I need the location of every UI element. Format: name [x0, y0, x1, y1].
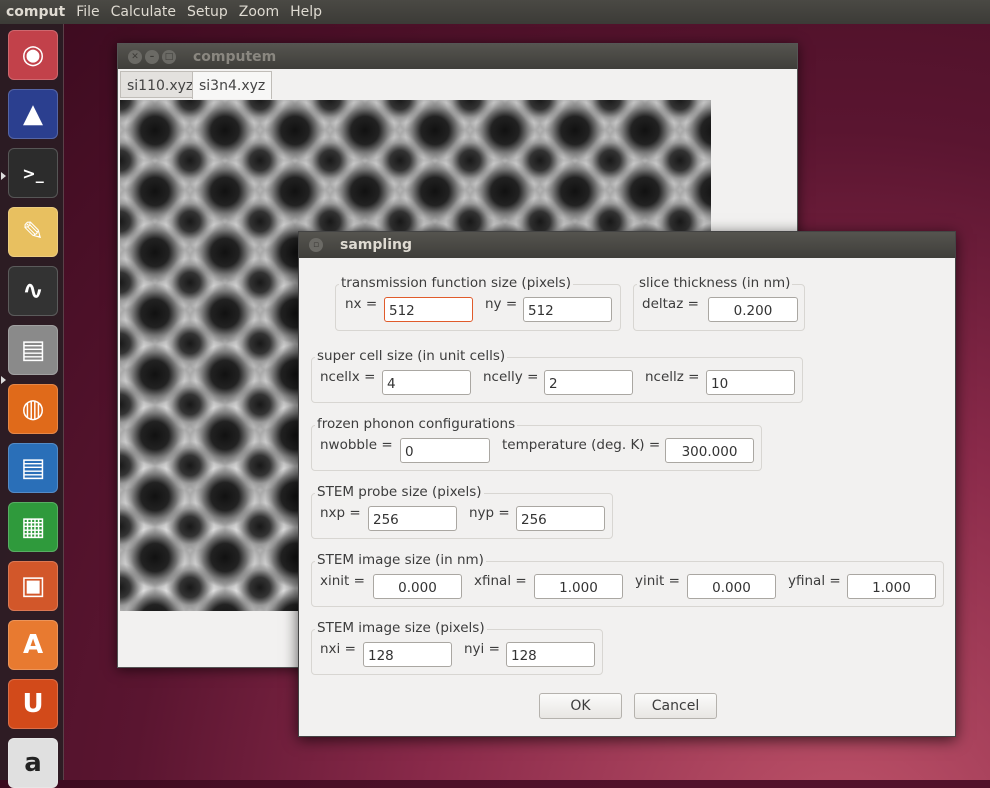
- close-icon[interactable]: ▫: [309, 238, 323, 252]
- ncellz-input[interactable]: 10: [706, 370, 795, 395]
- group-legend: STEM image size (pixels): [315, 620, 487, 636]
- app-name: comput: [6, 4, 66, 20]
- ok-button[interactable]: OK: [539, 693, 622, 719]
- temperature-label: temperature (deg. K) =: [502, 437, 661, 453]
- libreoffice-impress-icon[interactable]: ▣: [8, 561, 58, 611]
- top-panel: comput File Calculate Setup Zoom Help: [0, 0, 990, 24]
- yinit-input[interactable]: 0.000: [687, 574, 776, 599]
- minimize-icon[interactable]: –: [145, 49, 159, 64]
- nyp-label: nyp =: [469, 505, 510, 521]
- menu-calculate[interactable]: Calculate: [111, 4, 176, 20]
- libreoffice-calc-icon[interactable]: ▦: [8, 502, 58, 552]
- file-manager-icon[interactable]: ▤: [8, 325, 58, 375]
- deltaz-input[interactable]: 0.200: [708, 297, 798, 322]
- menu-file[interactable]: File: [76, 4, 99, 20]
- group-transmission-function-size-pixels: transmission function size (pixels) nx = 5…: [335, 275, 621, 331]
- group-legend: STEM probe size (pixels): [315, 484, 484, 500]
- ubuntu-dash-icon[interactable]: ◉: [8, 30, 58, 80]
- nyp-input[interactable]: 256: [516, 506, 605, 531]
- group-legend: super cell size (in unit cells): [315, 348, 508, 364]
- group-stem-image-size-pixels: STEM image size (pixels) nxi = 128 nyi = 128: [311, 620, 603, 675]
- tab-si110[interactable]: si110.xyz: [120, 71, 201, 98]
- menu-setup[interactable]: Setup: [187, 4, 228, 20]
- running-indicator: [1, 376, 6, 384]
- group-stem-probe-size-pixels: STEM probe size (pixels) nxp = 256 nyp = 256: [311, 484, 613, 539]
- ncellx-label: ncellx =: [320, 369, 376, 385]
- nyi-label: nyi =: [464, 641, 500, 657]
- xinit-input[interactable]: 0.000: [373, 574, 462, 599]
- sampling-dialog: ▫ sampling transmission function size (p…: [298, 231, 956, 737]
- ncellz-label: ncellz =: [645, 369, 700, 385]
- group-frozen-phonon-configurations: frozen phonon configurations nwobble = 0 te…: [311, 416, 762, 471]
- running-indicator: [1, 172, 6, 180]
- software-center-icon[interactable]: A: [8, 620, 58, 670]
- ny-input[interactable]: 512: [523, 297, 612, 322]
- ubuntu-one-icon[interactable]: U: [8, 679, 58, 729]
- xfinal-label: xfinal =: [474, 573, 527, 589]
- libreoffice-writer-icon[interactable]: ▤: [8, 443, 58, 493]
- ncelly-input[interactable]: 2: [544, 370, 633, 395]
- terminal-icon[interactable]: >_: [8, 148, 58, 198]
- libreoffice-draw-icon[interactable]: ✎: [8, 207, 58, 257]
- yfinal-input[interactable]: 1.000: [847, 574, 936, 599]
- computem-app-icon[interactable]: ▲: [8, 89, 58, 139]
- nwobble-label: nwobble =: [320, 437, 393, 453]
- nwobble-input[interactable]: 0: [400, 438, 490, 463]
- nx-label: nx =: [345, 296, 378, 312]
- nyi-input[interactable]: 128: [506, 642, 595, 667]
- dialog-titlebar: ▫ sampling: [299, 232, 955, 258]
- group-legend: frozen phonon configurations: [315, 416, 518, 432]
- group-slice-thickness-in-nm: slice thickness (in nm) deltaz = 0.200: [633, 275, 805, 331]
- dialog-title: sampling: [340, 237, 412, 253]
- cancel-button[interactable]: Cancel: [634, 693, 717, 719]
- nxi-label: nxi =: [320, 641, 356, 657]
- launcher: ◉ ▲ >_ ✎ ∿ ▤ ◍ ▤ ▦ ▣ A Ua: [0, 24, 64, 788]
- nxp-label: nxp =: [320, 505, 361, 521]
- window-title: computem: [193, 48, 277, 65]
- close-icon[interactable]: ✕: [128, 49, 142, 64]
- nxi-input[interactable]: 128: [363, 642, 452, 667]
- ny-label: ny =: [485, 296, 518, 312]
- group-legend: STEM image size (in nm): [315, 552, 486, 568]
- group-stem-image-size-in-nm: STEM image size (in nm) xinit = 0.000 xfina…: [311, 552, 944, 607]
- ncelly-label: ncelly =: [483, 369, 539, 385]
- temperature-input[interactable]: 300.000: [665, 438, 754, 463]
- system-monitor-icon[interactable]: ∿: [8, 266, 58, 316]
- ncellx-input[interactable]: 4: [382, 370, 471, 395]
- menu-zoom[interactable]: Zoom: [239, 4, 279, 20]
- firefox-icon[interactable]: ◍: [8, 384, 58, 434]
- menu-help[interactable]: Help: [290, 4, 322, 20]
- xinit-label: xinit =: [320, 573, 365, 589]
- deltaz-label: deltaz =: [642, 296, 699, 312]
- yinit-label: yinit =: [635, 573, 680, 589]
- maximize-icon[interactable]: □: [162, 49, 176, 64]
- tab-si3n4[interactable]: si3n4.xyz: [192, 71, 273, 99]
- xfinal-input[interactable]: 1.000: [534, 574, 623, 599]
- amazon-icon[interactable]: a: [8, 738, 58, 788]
- yfinal-label: yfinal =: [788, 573, 841, 589]
- nx-input[interactable]: 512: [384, 297, 473, 322]
- group-legend: transmission function size (pixels): [339, 275, 573, 291]
- nxp-input[interactable]: 256: [368, 506, 457, 531]
- group-super-cell-size-in-unit-cells: super cell size (in unit cells) ncellx = 4…: [311, 348, 803, 403]
- group-legend: slice thickness (in nm): [637, 275, 793, 291]
- main-titlebar: ✕ – □ computem: [118, 44, 797, 69]
